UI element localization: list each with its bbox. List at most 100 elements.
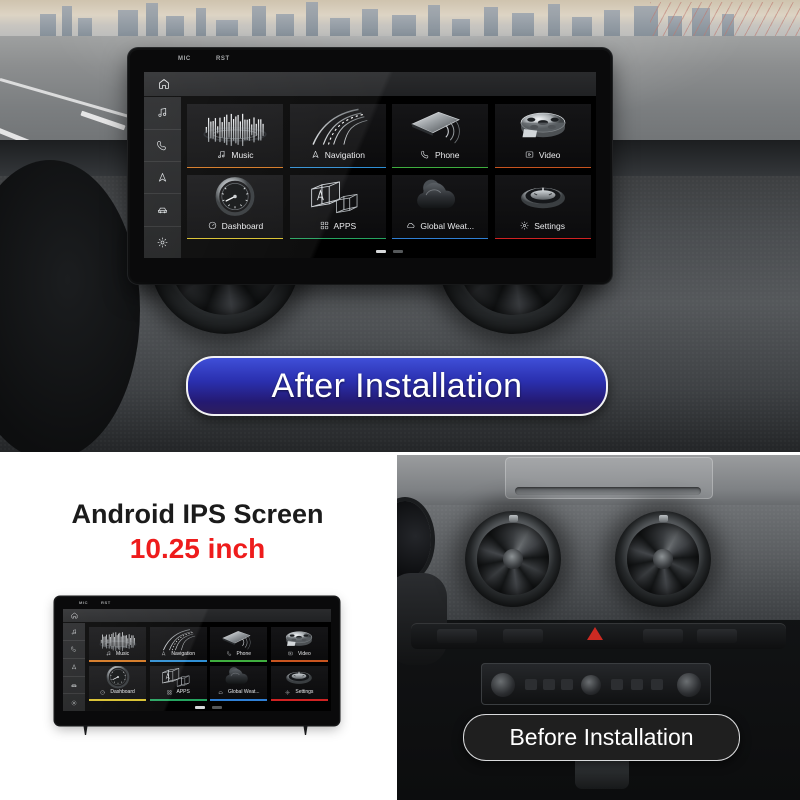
sidebar-item-navigation[interactable] [63,659,85,677]
app-tile-accent [210,698,268,701]
app-tile-label: Settings [295,689,314,696]
app-tile-navigation[interactable]: Navigation [149,627,207,662]
video-frame-icon [288,651,293,656]
hazard-light-icon [587,627,603,640]
app-tile-accent [89,660,146,662]
navigation-arrow-icon [71,664,77,670]
sidebar-item-music[interactable] [63,623,85,641]
app-tile-accent [392,237,489,240]
app-tile-phone[interactable]: Phone [392,103,489,169]
speedometer-art [187,176,283,216]
sidebar-item-car[interactable] [63,677,85,695]
cloud-art [210,667,267,687]
app-tile-label: Music [116,650,130,657]
gear-icon [157,237,168,248]
navigation-arrow-icon [157,172,168,183]
gear-icon [71,699,77,706]
page-indicator-dot[interactable] [211,706,222,710]
app-tile-video[interactable]: Video [494,103,591,169]
gauge-icon [208,221,217,230]
sidebar-item-music[interactable] [144,97,182,130]
smartphone-art [392,107,488,144]
app-tile-dashboard[interactable]: Dashboard [187,174,284,240]
page-indicator-dot[interactable] [392,250,403,254]
product-spec-panel: Android IPS Screen 10.25 inch MIC RST Mu… [0,455,395,800]
app-tile-accent [271,660,328,662]
app-tile-music[interactable]: Music [89,627,146,662]
video-frame-icon [525,150,534,159]
app-tile-label: Dashboard [110,689,135,696]
app-tile-global-weat[interactable]: Global Weat... [210,665,268,701]
air-vent-left-before [465,511,561,607]
car-icon [71,682,77,688]
app-grid: Music Navigation Phone Video Dashboard APPS Gl… [182,97,596,258]
page-indicator-dot[interactable] [375,250,386,254]
cloud-art [392,177,488,214]
page-indicator-dot[interactable] [194,706,205,710]
mic-label: MIC [178,56,191,62]
app-tile-label: Phone [236,650,252,657]
film-reel-art [495,107,591,144]
app-tile-dashboard[interactable]: Dashboard [89,665,146,701]
app-tile-accent [392,166,489,169]
after-installation-badge: After Installation [186,356,608,416]
sidebar-item-settings[interactable] [63,694,85,711]
grid-apps-icon [320,221,329,230]
app-tile-phone[interactable]: Phone [210,627,268,662]
app-tile-label: Music [231,149,254,160]
status-bar [63,609,331,624]
cloud-icon [406,221,415,230]
app-tile-accent [187,237,284,240]
app-tile-settings[interactable]: Settings [494,174,591,240]
head-unit-screen-small: Music Navigation Phone Video Dashboard APPS Gl… [63,609,331,711]
home-icon[interactable] [71,612,78,619]
head-unit-device-small: MIC RST Music Navigation Phone Video Dashboa… [55,597,339,725]
app-tile-accent [494,166,591,169]
app-tile-accent [149,698,207,701]
sidebar-item-phone[interactable] [144,130,182,162]
app-tile-video[interactable]: Video [271,627,328,662]
dial-art [495,177,591,214]
page-indicator [187,245,591,258]
phone-handset-icon [71,646,77,652]
home-icon[interactable] [158,78,170,90]
sidebar-item-car[interactable] [144,194,182,227]
sidebar-rail [63,623,86,711]
cubes-art [150,667,207,688]
phone-handset-icon [157,140,168,151]
app-tile-accent [187,166,284,169]
bezel-top: MIC RST [130,50,610,72]
climate-control-panel [481,663,711,705]
sidebar-item-navigation[interactable] [144,162,182,195]
app-tile-apps[interactable]: APPS [289,174,386,240]
app-tile-apps[interactable]: APPS [149,665,207,701]
app-tile-accent [271,698,328,701]
sidebar-rail [144,97,183,258]
app-tile-navigation[interactable]: Navigation [289,103,386,169]
app-tile-label: Video [298,650,311,657]
product-screen-size: 10.25 inch [129,533,266,564]
app-tile-accent [494,237,591,240]
app-tile-label: Video [538,149,561,160]
app-tile-label: APPS [176,689,190,696]
app-tile-settings[interactable]: Settings [271,665,328,701]
sidebar-item-phone[interactable] [63,641,85,659]
before-installation-label: Before Installation [509,724,694,750]
app-tile-music[interactable]: Music [187,103,284,169]
app-tile-global-weat[interactable]: Global Weat... [392,174,489,240]
grid-apps-icon [166,690,172,695]
film-reel-art [271,629,328,649]
app-tile-accent [149,660,207,662]
music-note-icon [157,107,168,118]
app-tile-label: Navigation [171,650,195,657]
head-unit-screen[interactable]: Music Navigation Phone Video Dashboard APPS Gl… [144,72,596,258]
after-installation-label: After Installation [271,366,523,405]
app-tile-label: Global Weat... [227,689,260,696]
app-tile-label: Navigation [324,149,365,160]
product-headline: Android IPS Screen [71,499,324,529]
app-tile-label: Phone [434,149,460,160]
page-indicator [89,704,328,711]
sidebar-item-settings[interactable] [144,227,181,258]
smartphone-art [210,629,267,650]
cubes-art [290,177,386,214]
